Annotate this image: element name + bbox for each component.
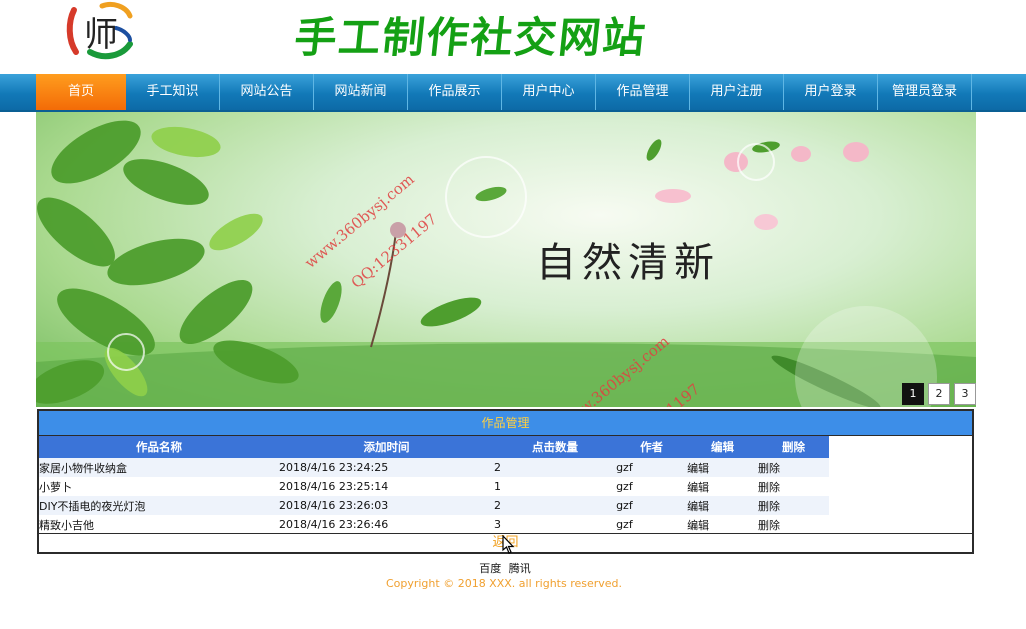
delete-link[interactable]: 删除: [758, 515, 829, 534]
nav-item-login[interactable]: 用户登录: [784, 74, 878, 110]
banner-caption: 自然清新: [536, 240, 720, 286]
cell-name: 家居小物件收纳盒: [39, 458, 279, 477]
site-logo[interactable]: 师: [60, 0, 140, 64]
col-header-name: 作品名称: [39, 436, 279, 458]
cell-name: 小萝卜: [39, 480, 72, 494]
cell-name: 精致小吉他: [39, 518, 94, 532]
cell-clicks: 2: [494, 458, 617, 477]
nav-item-register[interactable]: 用户注册: [690, 74, 784, 110]
table-row: 精致小吉他 2018/4/16 23:26:46 3 gzf 编辑 删除: [39, 515, 829, 534]
edit-link[interactable]: 编辑: [687, 515, 758, 534]
cell-clicks: 1: [494, 480, 502, 493]
delete-link[interactable]: 删除: [758, 496, 829, 515]
col-header-delete: 删除: [758, 436, 829, 458]
cell-author: gzf: [616, 480, 633, 493]
table-header-row: 作品名称 添加时间 点击数量 作者 编辑 删除: [39, 436, 829, 458]
footer-link-tencent[interactable]: 腾讯: [509, 562, 531, 575]
cell-author: gzf: [616, 458, 688, 477]
svg-text:师: 师: [84, 15, 118, 55]
mouse-cursor-icon: [502, 534, 516, 559]
footer-link-baidu[interactable]: 百度: [479, 562, 501, 575]
nav-item-admin-login[interactable]: 管理员登录: [878, 74, 972, 110]
col-header-clicks: 点击数量: [494, 436, 617, 458]
delete-link[interactable]: 删除: [758, 458, 829, 477]
works-management-panel: 作品管理 作品名称 添加时间 点击数量 作者 编辑 删除 家居小物件收纳盒 20…: [37, 409, 974, 554]
pager-button-1[interactable]: 1: [902, 383, 924, 405]
cell-author: gzf: [616, 496, 688, 515]
pager-button-3[interactable]: 3: [954, 383, 976, 405]
edit-link[interactable]: 编辑: [687, 496, 758, 515]
col-header-edit: 编辑: [687, 436, 758, 458]
banner-image: [36, 120, 976, 407]
nav-item-works-management[interactable]: 作品管理: [596, 74, 690, 110]
nav-item-works-showcase[interactable]: 作品展示: [408, 74, 502, 110]
cell-clicks: 3: [494, 518, 502, 531]
table-row: 小萝卜 2018/4/16 23:25:14 1 gzf 编辑 删除: [39, 477, 829, 496]
edit-link[interactable]: 编辑: [687, 458, 758, 477]
col-header-author: 作者: [616, 436, 688, 458]
banner-pager: 1 2 3: [902, 383, 976, 405]
panel-title: 作品管理: [39, 411, 972, 436]
cell-time: 2018/4/16 23:26:03: [278, 496, 495, 515]
cell-clicks: 2: [494, 496, 617, 515]
cell-time: 2018/4/16 23:26:46: [278, 518, 389, 531]
cell-time: 2018/4/16 23:25:14: [278, 480, 389, 493]
cell-author: gzf: [616, 518, 633, 531]
nav-item-home[interactable]: 首页: [36, 74, 126, 110]
banner-slideshow: 自然清新 www.360bysj.com QQ:12331197 www.360…: [36, 112, 976, 407]
pager-button-2[interactable]: 2: [928, 383, 950, 405]
main-nav: 首页 手工知识 网站公告 网站新闻 作品展示 用户中心 作品管理 用户注册 用户…: [0, 74, 1026, 112]
copyright-text: Copyright © 2018 XXX. all rights reserve…: [385, 577, 623, 590]
footer-links: 百度 腾讯: [0, 560, 1010, 576]
nav-item-craft-knowledge[interactable]: 手工知识: [126, 74, 220, 110]
table-row: DIY不插电的夜光灯泡 2018/4/16 23:26:03 2 gzf 编辑 …: [39, 496, 829, 515]
table-row: 家居小物件收纳盒 2018/4/16 23:24:25 2 gzf 编辑 删除: [39, 458, 829, 477]
nav-item-announcements[interactable]: 网站公告: [220, 74, 314, 110]
works-table: 作品名称 添加时间 点击数量 作者 编辑 删除 家居小物件收纳盒 2018/4/…: [39, 436, 829, 534]
site-title: 手工制作社交网站: [292, 13, 650, 62]
col-header-time: 添加时间: [278, 436, 495, 458]
edit-link[interactable]: 编辑: [687, 477, 758, 496]
site-header: 师 手工制作社交网站: [0, 0, 1026, 74]
delete-link[interactable]: 删除: [758, 477, 829, 496]
nav-item-user-center[interactable]: 用户中心: [502, 74, 596, 110]
cell-time: 2018/4/16 23:24:25: [278, 458, 495, 477]
nav-item-news[interactable]: 网站新闻: [314, 74, 408, 110]
cell-name: DIY不插电的夜光灯泡: [39, 496, 279, 515]
